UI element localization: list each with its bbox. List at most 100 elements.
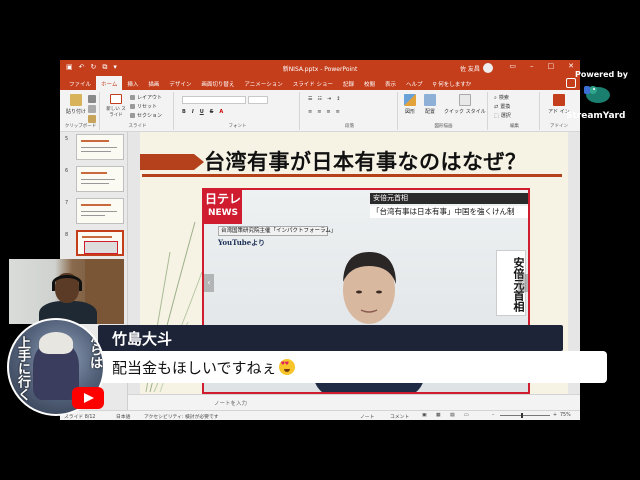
arrange-button[interactable]: 配置: [424, 94, 436, 115]
reading-view-icon[interactable]: ▤: [450, 413, 455, 418]
tab-7[interactable]: スライド ショー: [288, 76, 338, 90]
ribbon-display-icon[interactable]: ▭: [509, 62, 516, 70]
news-headline: 「台湾有事は日本有事」中国を強くけん制: [370, 206, 528, 218]
minimize-icon[interactable]: –: [530, 62, 534, 70]
slide-thumbnail-8[interactable]: [76, 230, 124, 256]
tell-me-search[interactable]: ⚲ 何をしますか: [428, 76, 477, 90]
layout-label: レイアウト: [137, 95, 163, 101]
group-font: B I U S A フォント: [176, 92, 300, 130]
select-button[interactable]: ⬚ 選択: [494, 112, 511, 120]
new-slide-button[interactable]: 新しい スライド: [105, 94, 127, 118]
comments-button[interactable]: コメント: [390, 413, 409, 420]
avatar-hair: [39, 332, 73, 354]
avatar-text: からは: [87, 330, 102, 369]
streamyard-logo-icon: [584, 86, 610, 103]
tab-9[interactable]: 校閲: [359, 76, 380, 90]
tab-3[interactable]: 描画: [143, 76, 164, 90]
slide-sorter-icon[interactable]: ▦: [436, 413, 441, 418]
group-label-drawing: 図形描画: [434, 124, 453, 129]
thumb-number: 7: [65, 200, 69, 206]
strikethrough-icon[interactable]: S: [210, 109, 214, 115]
tab-4[interactable]: デザイン: [164, 76, 196, 90]
bold-icon[interactable]: B: [182, 109, 186, 115]
slide-thumbnail-6[interactable]: [76, 166, 124, 192]
justify-icon[interactable]: ≡: [336, 109, 340, 115]
paste-button[interactable]: 貼り付け: [66, 94, 86, 115]
zoom-in-icon[interactable]: +: [553, 413, 557, 418]
slideshow-view-icon[interactable]: ▭: [464, 413, 469, 418]
align-right-icon[interactable]: ≡: [326, 109, 330, 115]
thumb-number: 8: [65, 232, 69, 238]
select-icon: ⬚: [494, 112, 499, 119]
ribbon: 貼り付け クリップボード 新しい スライド レイアウト リセット セクション ス…: [60, 90, 580, 132]
notes-toggle-button[interactable]: ノート: [360, 413, 374, 420]
title-underline: [142, 174, 562, 177]
zoom-out-icon[interactable]: –: [492, 413, 494, 418]
user-avatar[interactable]: [483, 63, 493, 73]
thumb-number: 6: [65, 168, 69, 174]
slide-thumbnail-5[interactable]: [76, 134, 124, 160]
font-size-box[interactable]: [248, 96, 268, 104]
group-label-slides: スライド: [128, 124, 147, 129]
tab-8[interactable]: 記録: [338, 76, 359, 90]
thumb-number: 5: [65, 136, 69, 142]
numbering-icon[interactable]: ☷: [317, 96, 321, 102]
font-name-box[interactable]: [182, 96, 246, 104]
group-label-editing: 編集: [510, 124, 519, 129]
webcam-feed: [9, 259, 124, 324]
zoom-slider[interactable]: [500, 415, 550, 416]
tab-2[interactable]: 挿入: [122, 76, 143, 90]
notes-pane[interactable]: ノートを入力: [128, 394, 580, 410]
tab-11[interactable]: ヘルプ: [401, 76, 428, 90]
next-arrow-icon[interactable]: ›: [518, 274, 528, 292]
group-drawing: 図形 配置 クイック スタイル 図形描画: [400, 92, 488, 130]
tab-10[interactable]: 表示: [380, 76, 401, 90]
line-spacing-icon[interactable]: ↕: [336, 96, 340, 102]
italic-icon[interactable]: I: [192, 109, 194, 115]
tab-1[interactable]: ホーム: [96, 76, 123, 90]
slide-thumbnail-7[interactable]: [76, 198, 124, 224]
slide-title[interactable]: 台湾有事が日本有事なのはなぜ？: [204, 146, 527, 176]
align-left-icon[interactable]: ≡: [308, 109, 312, 115]
accessibility-status[interactable]: アクセシビリティ: 検討が必要です: [144, 413, 219, 420]
quick-styles-icon: [458, 94, 471, 106]
group-paragraph: ☰ ☷ ⇥ ↕ ≡ ≡ ≡ ≡ 段落: [302, 92, 398, 130]
cut-icon[interactable]: [88, 95, 96, 103]
zoom-slider-knob[interactable]: [521, 413, 523, 418]
notes-placeholder: ノートを入力: [214, 401, 248, 407]
language-indicator[interactable]: 日本語: [116, 413, 130, 420]
zoom-level[interactable]: 75%: [560, 413, 571, 418]
new-slide-icon: [110, 94, 122, 104]
shapes-icon: [404, 94, 416, 106]
format-painter-icon[interactable]: [88, 115, 96, 123]
find-button[interactable]: ⌕ 検索: [494, 94, 509, 102]
quick-styles-button[interactable]: クイック スタイル: [444, 94, 486, 115]
group-slides: 新しい スライド レイアウト リセット セクション スライド: [102, 92, 174, 130]
tab-6[interactable]: アニメーション: [239, 76, 287, 90]
replace-button[interactable]: ⇄ 置換: [494, 103, 510, 111]
search-icon: ⌕: [494, 94, 497, 101]
align-buttons: ≡ ≡ ≡ ≡: [308, 109, 340, 115]
maximize-icon[interactable]: □: [548, 62, 555, 70]
reset-button[interactable]: リセット: [130, 103, 157, 110]
prev-arrow-icon[interactable]: ‹: [204, 274, 214, 292]
layout-button[interactable]: レイアウト: [130, 94, 162, 101]
news-source-caption: 台湾国策研究院主催「インパクトフォーラム」: [218, 226, 336, 236]
tab-5[interactable]: 画面切り替え: [196, 76, 239, 90]
section-icon: [130, 113, 135, 118]
reset-icon: [130, 104, 135, 109]
indent-icon[interactable]: ⇥: [327, 96, 331, 102]
underline-icon[interactable]: U: [200, 109, 204, 115]
shapes-button[interactable]: 図形: [404, 94, 416, 115]
layout-icon: [130, 95, 135, 100]
copy-icon[interactable]: [88, 105, 96, 113]
bullets-icon[interactable]: ☰: [308, 96, 312, 102]
normal-view-icon[interactable]: ▣: [422, 413, 427, 418]
align-center-icon[interactable]: ≡: [317, 109, 321, 115]
user-name[interactable]: 佐 友昌: [460, 64, 480, 73]
font-color-icon[interactable]: A: [219, 109, 223, 115]
powered-by-label: Powered by: [575, 70, 628, 79]
tab-0[interactable]: ファイル: [64, 76, 96, 90]
section-button[interactable]: セクション: [130, 112, 162, 119]
arrange-label: 配置: [424, 109, 435, 115]
